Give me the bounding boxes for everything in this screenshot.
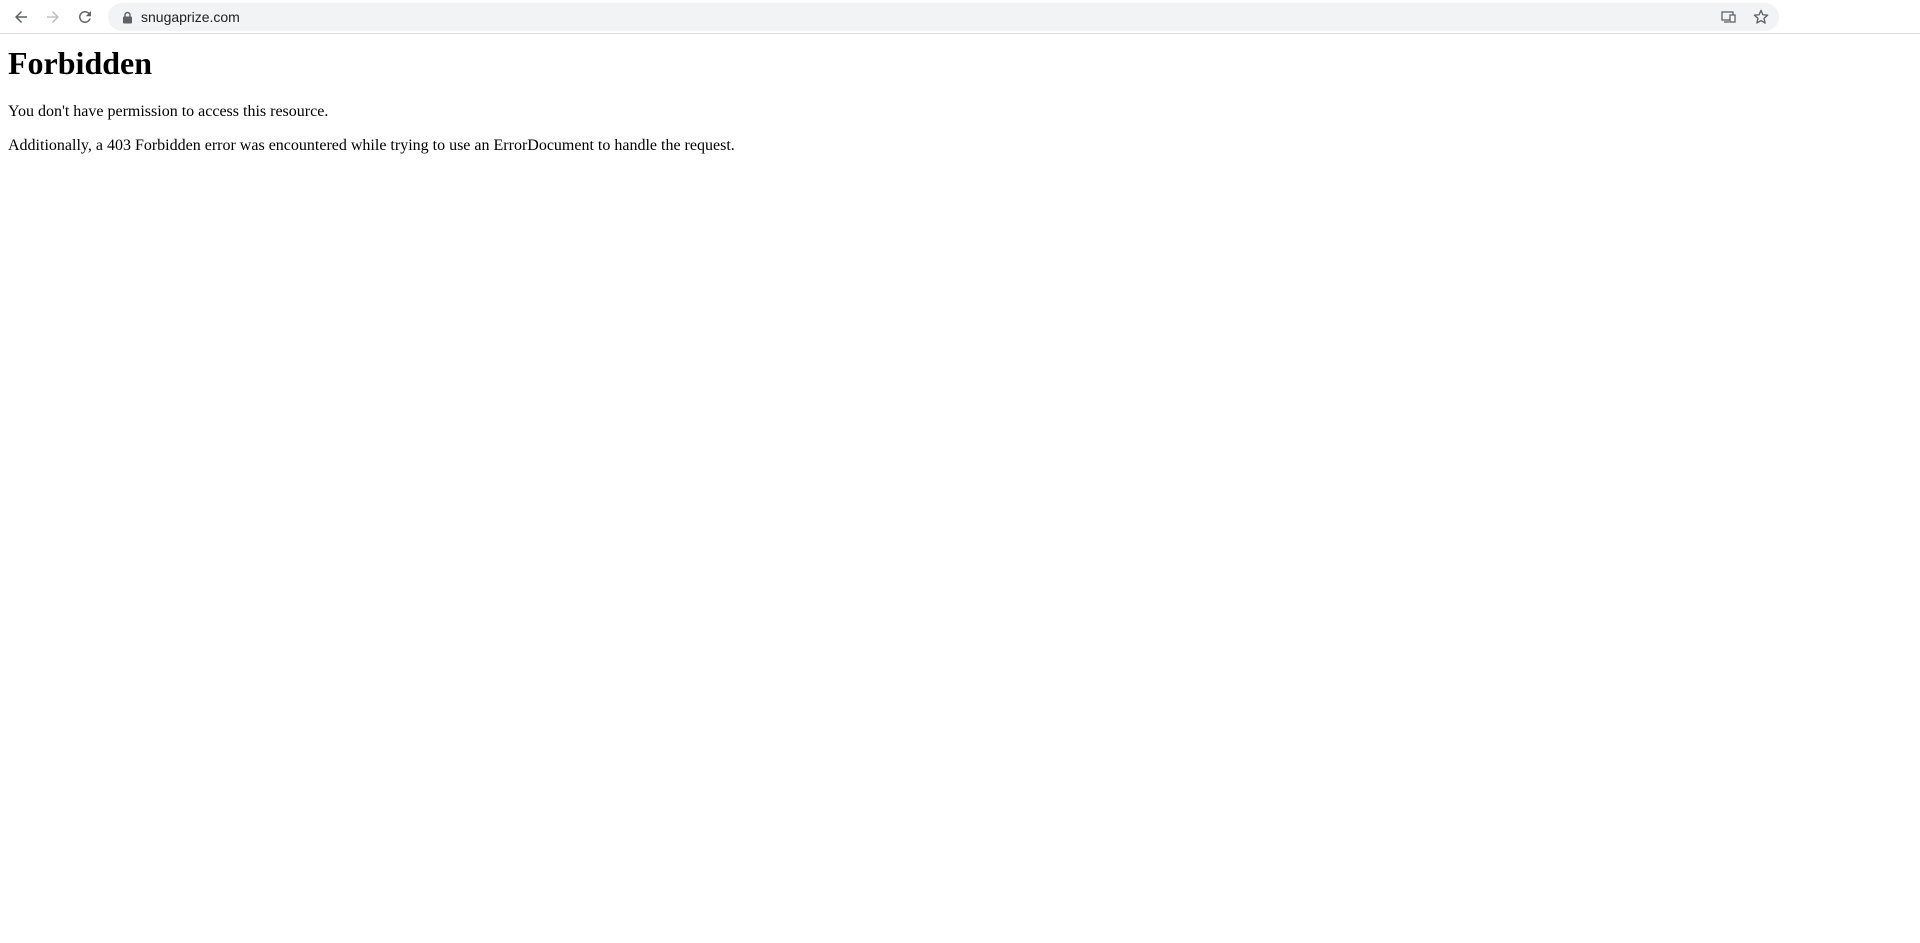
forward-button[interactable] bbox=[39, 3, 67, 31]
cast-icon[interactable] bbox=[1719, 7, 1739, 27]
reload-button[interactable] bbox=[71, 3, 99, 31]
star-icon[interactable] bbox=[1751, 7, 1771, 27]
address-bar[interactable]: snugaprize.com bbox=[108, 3, 1779, 31]
error-message: You don't have permission to access this… bbox=[8, 103, 329, 120]
browser-toolbar: snugaprize.com bbox=[0, 0, 1920, 34]
url-text[interactable]: snugaprize.com bbox=[141, 3, 240, 31]
arrow-left-icon bbox=[12, 8, 30, 26]
reload-icon bbox=[76, 8, 94, 26]
page-title: Forbidden bbox=[8, 45, 153, 81]
lock-icon[interactable] bbox=[120, 10, 134, 24]
arrow-right-icon bbox=[44, 8, 62, 26]
error-detail: Additionally, a 403 Forbidden error was … bbox=[8, 137, 735, 154]
back-button[interactable] bbox=[7, 3, 35, 31]
page-content: Forbidden You don't have permission to a… bbox=[0, 45, 1920, 155]
